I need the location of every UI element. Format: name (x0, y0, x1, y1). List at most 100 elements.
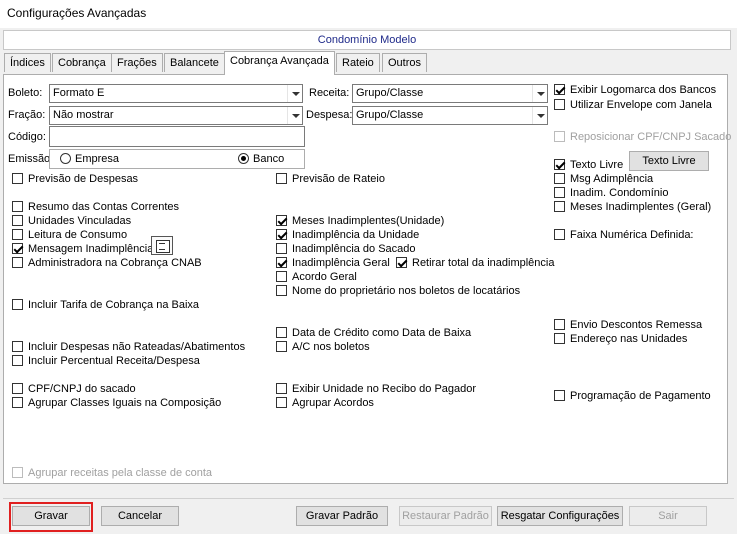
resumo-contas-checkbox[interactable] (12, 201, 23, 212)
cpf-sacado-checkbox[interactable] (12, 383, 23, 394)
inadimplencia-geral-checkbox[interactable] (276, 257, 287, 268)
meses-inadimplentes-unidade-label: Meses Inadimplentes(Unidade) (292, 215, 445, 227)
inadimplencia-unidade-label: Inadimplência da Unidade (292, 229, 420, 241)
despesa-select[interactable]: Grupo/Classe (352, 106, 548, 125)
data-credito-label: Data de Crédito como Data de Baixa (292, 327, 472, 339)
sair-button[interactable]: Sair (629, 506, 707, 526)
meses-inadimplentes-geral-label: Meses Inadimplentes (Geral) (570, 201, 712, 213)
chevron-down-icon[interactable] (532, 85, 547, 102)
envio-descontos-label: Envio Descontos Remessa (570, 319, 703, 331)
inadimplencia-sacado-label: Inadimplência do Sacado (292, 243, 416, 255)
previsao-despesas-checkbox[interactable] (12, 173, 23, 184)
despesa-value: Grupo/Classe (356, 109, 424, 121)
previsao-rateio-label: Previsão de Rateio (292, 173, 385, 185)
envio-descontos-checkbox[interactable] (554, 319, 565, 330)
nome-proprietario-label: Nome do proprietário nos boletos de loca… (292, 285, 521, 297)
previsao-despesas-label: Previsão de Despesas (28, 173, 139, 185)
fracao-select[interactable]: Não mostrar (49, 106, 303, 125)
tab-cobranca-avancada[interactable]: Cobrança Avançada (224, 51, 335, 75)
unidades-vinculadas-label: Unidades Vinculadas (28, 215, 132, 227)
msg-adimplencia-label: Msg Adimplência (570, 173, 654, 185)
banco-radio[interactable] (238, 153, 249, 164)
gravar-padrao-button[interactable]: Gravar Padrão (296, 506, 388, 526)
gravar-highlight (9, 502, 93, 532)
incluir-tarifa-label: Incluir Tarifa de Cobrança na Baixa (28, 299, 200, 311)
endereco-unidades-checkbox[interactable] (554, 333, 565, 344)
boleto-select[interactable]: Formato E (49, 84, 303, 103)
empresa-radio[interactable] (60, 153, 71, 164)
texto-livre-label: Texto Livre (570, 159, 624, 171)
fracao-value: Não mostrar (53, 109, 114, 121)
mensagem-inadimplencia-label: Mensagem Inadimplência (28, 243, 154, 255)
inadim-condominio-checkbox[interactable] (554, 187, 565, 198)
ac-boletos-checkbox[interactable] (276, 341, 287, 352)
unidades-vinculadas-checkbox[interactable] (12, 215, 23, 226)
condominium-header: Condomínio Modelo (3, 30, 731, 50)
incluir-despesas-checkbox[interactable] (12, 341, 23, 352)
window-title: Configurações Avançadas (7, 6, 147, 20)
incluir-tarifa-checkbox[interactable] (12, 299, 23, 310)
receita-label: Receita: (309, 87, 350, 99)
incluir-percentual-checkbox[interactable] (12, 355, 23, 366)
msg-adimplencia-checkbox[interactable] (554, 173, 565, 184)
resgatar-configuracoes-button[interactable]: Resgatar Configurações (497, 506, 623, 526)
agrupar-acordos-label: Agrupar Acordos (292, 397, 374, 409)
texto-livre-button[interactable]: Texto Livre (629, 151, 709, 171)
retirar-total-checkbox[interactable] (396, 257, 407, 268)
emissao-label: Emissão: (8, 153, 54, 165)
agrupar-receitas-checkbox[interactable] (12, 467, 23, 478)
chevron-down-icon[interactable] (532, 107, 547, 124)
leitura-consumo-label: Leitura de Consumo (28, 229, 128, 241)
receita-value: Grupo/Classe (356, 87, 424, 99)
programacao-pagamento-label: Programação de Pagamento (570, 390, 711, 402)
reposicionar-cpf-label: Reposicionar CPF/CNPJ Sacado (570, 131, 732, 143)
previsao-rateio-checkbox[interactable] (276, 173, 287, 184)
inadim-condominio-label: Inadim. Condomínio (570, 187, 669, 199)
exibir-unidade-recibo-checkbox[interactable] (276, 383, 287, 394)
inadimplencia-sacado-checkbox[interactable] (276, 243, 287, 254)
tab-fracoes[interactable]: Frações (111, 53, 163, 72)
tab-cobranca[interactable]: Cobrança (52, 53, 112, 72)
inadimplencia-unidade-checkbox[interactable] (276, 229, 287, 240)
incluir-percentual-label: Incluir Percentual Receita/Despesa (28, 355, 200, 367)
acordo-geral-label: Acordo Geral (292, 271, 357, 283)
edit-message-icon[interactable] (151, 236, 173, 255)
nome-proprietario-checkbox[interactable] (276, 285, 287, 296)
despesa-label: Despesa: (306, 109, 353, 121)
codigo-input[interactable] (49, 126, 305, 147)
meses-inadimplentes-unidade-checkbox[interactable] (276, 215, 287, 226)
codigo-label: Código: (8, 131, 46, 143)
restaurar-padrao-button[interactable]: Restaurar Padrão (399, 506, 492, 526)
administradora-cnab-label: Administradora na Cobrança CNAB (28, 257, 202, 269)
agrupar-classes-checkbox[interactable] (12, 397, 23, 408)
empresa-radio-label: Empresa (75, 153, 120, 165)
exibir-logomarca-checkbox[interactable] (554, 84, 565, 95)
data-credito-checkbox[interactable] (276, 327, 287, 338)
chevron-down-icon[interactable] (287, 107, 302, 124)
mensagem-inadimplencia-checkbox[interactable] (12, 243, 23, 254)
texto-livre-checkbox[interactable] (554, 159, 565, 170)
administradora-cnab-checkbox[interactable] (12, 257, 23, 268)
boleto-label: Boleto: (8, 87, 43, 99)
leitura-consumo-checkbox[interactable] (12, 229, 23, 240)
exibir-unidade-recibo-label: Exibir Unidade no Recibo do Pagador (292, 383, 477, 395)
cancelar-button[interactable]: Cancelar (101, 506, 179, 526)
reposicionar-cpf-checkbox[interactable] (554, 131, 565, 142)
receita-select[interactable]: Grupo/Classe (352, 84, 548, 103)
agrupar-acordos-checkbox[interactable] (276, 397, 287, 408)
tab-rateio[interactable]: Rateio (336, 53, 380, 72)
faixa-numerica-checkbox[interactable] (554, 229, 565, 240)
programacao-pagamento-checkbox[interactable] (554, 390, 565, 401)
tab-indices[interactable]: Índices (4, 53, 51, 72)
banco-radio-label: Banco (253, 153, 285, 165)
fracao-label: Fração: (8, 109, 46, 121)
tab-outros[interactable]: Outros (382, 53, 428, 72)
acordo-geral-checkbox[interactable] (276, 271, 287, 282)
inadimplencia-geral-label: Inadimplência Geral (292, 257, 390, 269)
resumo-contas-label: Resumo das Contas Correntes (28, 201, 180, 213)
meses-inadimplentes-geral-checkbox[interactable] (554, 201, 565, 212)
tab-balancete[interactable]: Balancete (164, 53, 225, 72)
utilizar-envelope-checkbox[interactable] (554, 99, 565, 110)
chevron-down-icon[interactable] (287, 85, 302, 102)
title-bar: Configurações Avançadas (0, 0, 737, 28)
